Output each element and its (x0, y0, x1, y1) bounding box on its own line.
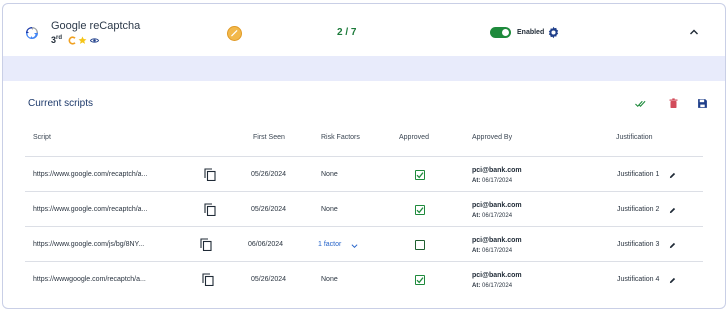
col-header-first-seen[interactable]: First Seen (253, 134, 285, 141)
script-url: https://www.google.com/js/bg/8NY... (33, 241, 145, 248)
script-url: https://www.google.com/recaptch/a... (33, 171, 148, 178)
justification-text: Justification 4 (617, 276, 660, 283)
table-row[interactable]: https://wwwgoogle.com/recaptch/a... 05/2… (3, 262, 725, 296)
first-seen: 05/26/2024 (251, 171, 287, 178)
c-badge-icon (68, 36, 76, 45)
risk-factors: None (321, 206, 338, 213)
first-seen: 05/26/2024 (251, 206, 287, 213)
recaptcha-logo-icon (26, 27, 38, 39)
table-row[interactable]: https://www.google.com/recaptch/a... 05/… (3, 157, 725, 191)
col-header-approved[interactable]: Approved (399, 134, 429, 141)
approved-checkbox[interactable] (415, 205, 425, 215)
copy-icon[interactable] (204, 168, 216, 181)
header-band (3, 56, 725, 81)
justification-text: Justification 2 (617, 206, 660, 213)
pencil-icon[interactable] (669, 207, 676, 214)
script-url: https://wwwgoogle.com/recaptch/a... (33, 276, 146, 283)
enabled-toggle[interactable] (490, 27, 511, 38)
risk-factors-link[interactable]: 1 factor (318, 241, 341, 248)
chevron-up-icon[interactable] (689, 27, 699, 37)
section-title: Current scripts (28, 98, 94, 109)
eye-icon (90, 38, 99, 43)
app-name: Google reCaptcha (51, 20, 141, 32)
col-header-script[interactable]: Script (33, 134, 51, 141)
first-seen: 05/26/2024 (251, 276, 287, 283)
approver-email: pci@bank.com (472, 272, 522, 279)
pencil-icon[interactable] (669, 277, 676, 284)
approved-checkbox[interactable] (415, 275, 425, 285)
approved-at: At: 06/17/2024 (472, 213, 513, 219)
justification-text: Justification 3 (617, 241, 660, 248)
approver-email: pci@bank.com (472, 237, 522, 244)
col-header-risk-factors[interactable]: Risk Factors (321, 134, 360, 141)
integration-card: Google reCaptcha 3rd 2 / 7 Enabled Curre… (2, 3, 726, 309)
approved-checkbox[interactable] (415, 170, 425, 180)
first-seen: 06/06/2024 (248, 241, 284, 248)
approved-at: At: 06/17/2024 (472, 283, 513, 289)
col-header-justification[interactable]: Justification (616, 134, 653, 141)
card-header[interactable]: Google reCaptcha 3rd 2 / 7 Enabled (3, 4, 725, 56)
approver-email: pci@bank.com (472, 202, 522, 209)
risk-factors: None (321, 276, 338, 283)
status-circle-icon (227, 26, 242, 41)
script-count: 2 / 7 (337, 27, 357, 38)
table-row[interactable]: https://www.google.com/recaptch/a... 05/… (3, 192, 725, 226)
enabled-label: Enabled (517, 29, 545, 36)
star-icon (78, 36, 87, 44)
gear-icon[interactable] (547, 26, 560, 39)
approved-at: At: 06/17/2024 (472, 178, 513, 184)
double-check-icon[interactable] (635, 98, 646, 109)
pencil-icon[interactable] (669, 172, 676, 179)
chevron-down-icon[interactable] (351, 243, 358, 249)
risk-factors: None (321, 171, 338, 178)
approved-checkbox[interactable] (415, 240, 425, 250)
approver-email: pci@bank.com (472, 167, 522, 174)
trash-icon[interactable] (668, 98, 679, 109)
save-icon[interactable] (697, 98, 708, 109)
table-row[interactable]: https://www.google.com/js/bg/8NY... 06/0… (3, 227, 725, 261)
copy-icon[interactable] (204, 203, 216, 216)
pencil-icon[interactable] (669, 242, 676, 249)
approved-at: At: 06/17/2024 (472, 248, 513, 254)
copy-icon[interactable] (200, 238, 212, 251)
script-url: https://www.google.com/recaptch/a... (33, 206, 148, 213)
party-label: 3rd (51, 35, 63, 45)
col-header-approved-by[interactable]: Approved By (472, 134, 512, 141)
copy-icon[interactable] (202, 273, 214, 286)
justification-text: Justification 1 (617, 171, 660, 178)
